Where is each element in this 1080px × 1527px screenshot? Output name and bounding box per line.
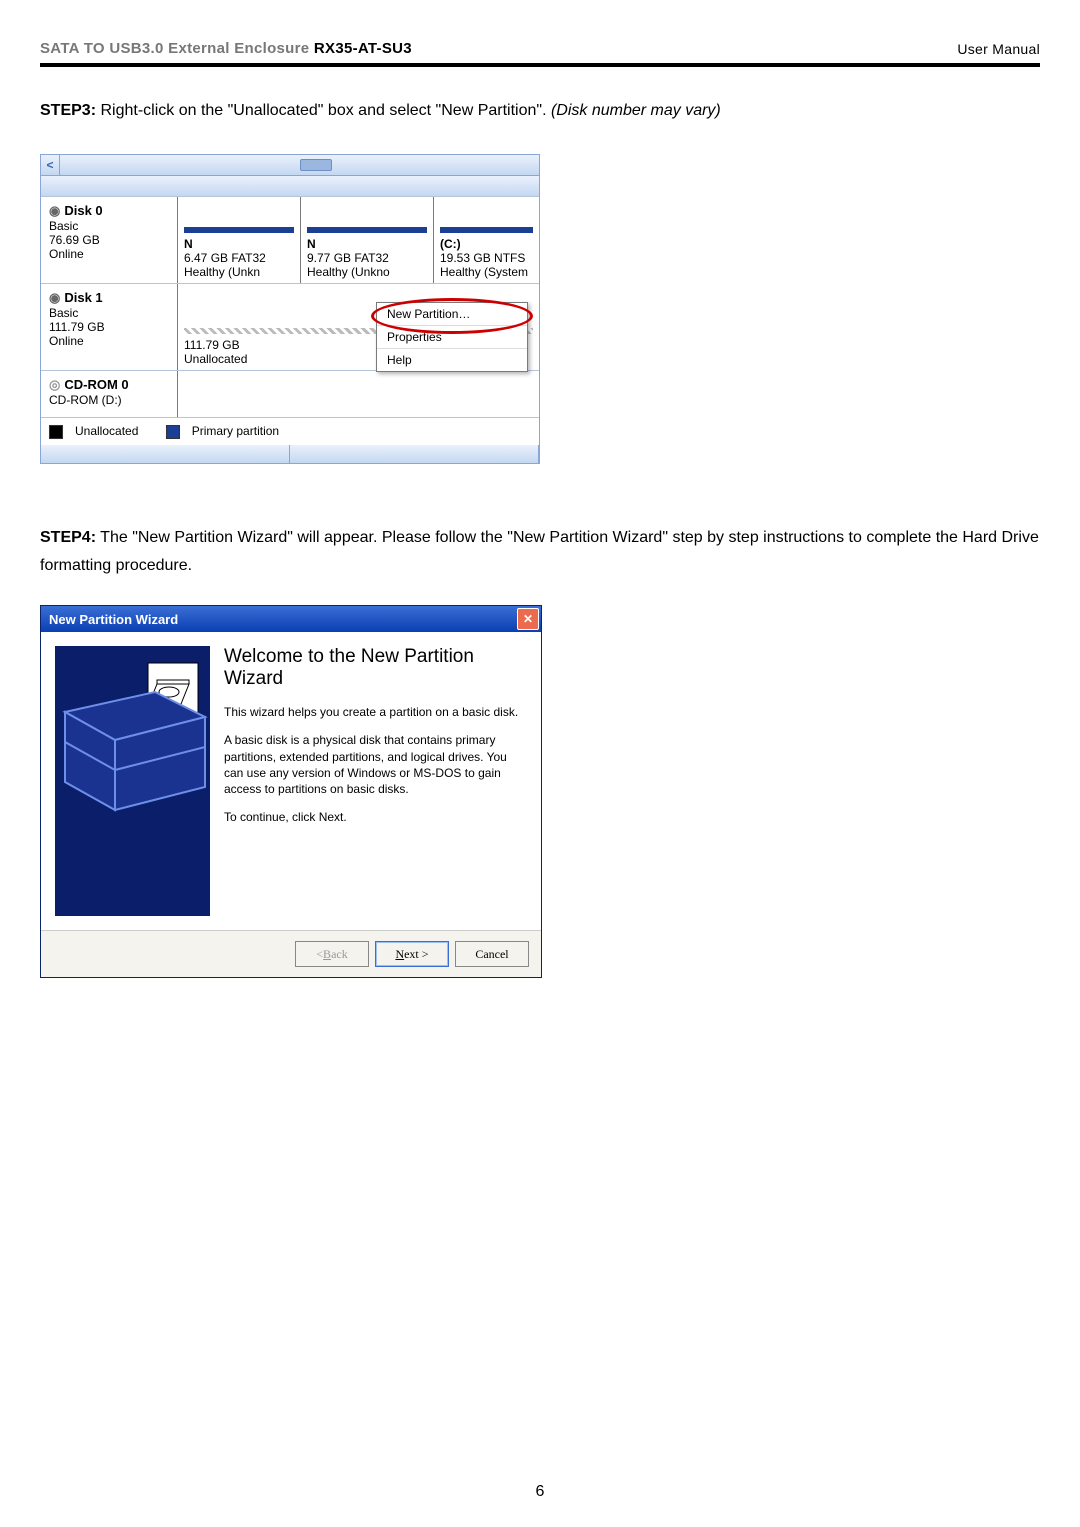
p2-status: Healthy (Unkno: [307, 265, 427, 279]
wizard-p2: A basic disk is a physical disk that con…: [224, 732, 527, 797]
cancel-button[interactable]: Cancel: [455, 941, 529, 967]
wizard-title-text: New Partition Wizard: [49, 612, 178, 627]
close-icon[interactable]: ✕: [517, 608, 539, 630]
step4-text: The "New Partition Wizard" will appear. …: [40, 529, 1039, 575]
disk0-partition-c[interactable]: (C:) 19.53 GB NTFS Healthy (System: [433, 197, 539, 283]
dm-scrollbar[interactable]: <: [40, 154, 540, 176]
step4-paragraph: STEP4: The "New Partition Wizard" will a…: [40, 524, 1040, 582]
scroll-left-arrow[interactable]: <: [41, 155, 60, 175]
dm-top-strip: [41, 176, 539, 196]
page-header: SATA TO USB3.0 External Enclosure RX35-A…: [40, 40, 1040, 57]
legend-unallocated: Unallocated: [75, 424, 138, 438]
wizard-p1: This wizard helps you create a partition…: [224, 704, 527, 720]
back-button: < Back: [295, 941, 369, 967]
header-divider: [40, 63, 1040, 67]
cdrom-info: CD-ROM 0 CD-ROM (D:): [41, 371, 177, 417]
disk-management-screenshot: < Disk 0 Basic 76.69 GB Online N 6.47 GB…: [40, 154, 540, 464]
step3-paragraph: STEP3: Right-click on the "Unallocated" …: [40, 97, 1040, 126]
step3-label: STEP3:: [40, 102, 96, 119]
wizard-heading: Welcome to the New Partition Wizard: [224, 646, 527, 690]
menu-properties[interactable]: Properties: [377, 326, 527, 349]
pc-name: (C:): [440, 237, 533, 251]
scroll-thumb[interactable]: [300, 159, 332, 171]
disk1-size: 111.79 GB: [49, 320, 169, 334]
header-right: User Manual: [957, 41, 1040, 57]
disk0-status: Online: [49, 247, 169, 261]
page-number: 6: [0, 1483, 1080, 1501]
p2-size: 9.77 GB FAT32: [307, 251, 427, 265]
disk0-info: Disk 0 Basic 76.69 GB Online: [41, 197, 177, 283]
legend-swatch-unallocated: [49, 425, 63, 439]
wizard-side-graphic: [55, 646, 210, 916]
header-model: RX35-AT-SU3: [314, 40, 412, 57]
disk1-title: Disk 1: [49, 290, 169, 306]
pc-status: Healthy (System: [440, 265, 533, 279]
menu-new-partition[interactable]: New Partition…: [377, 303, 527, 326]
wizard-window: New Partition Wizard ✕: [40, 605, 542, 978]
step4-label: STEP4:: [40, 529, 96, 546]
disk0-size: 76.69 GB: [49, 233, 169, 247]
disk1-status: Online: [49, 334, 169, 348]
header-prefix: SATA TO USB3.0 External Enclosure: [40, 40, 314, 57]
disk1-type: Basic: [49, 306, 169, 320]
menu-help[interactable]: Help: [377, 349, 527, 371]
p1-size: 6.47 GB FAT32: [184, 251, 294, 265]
cdrom-letter: CD-ROM (D:): [49, 393, 169, 407]
disk0-partition-2[interactable]: N 9.77 GB FAT32 Healthy (Unkno: [300, 197, 433, 283]
p1-name: N: [184, 237, 294, 251]
legend-primary: Primary partition: [192, 424, 279, 438]
next-button[interactable]: Next >: [375, 941, 449, 967]
disk0-title: Disk 0: [49, 203, 169, 219]
legend-swatch-primary: [166, 425, 180, 439]
context-menu: New Partition… Properties Help: [376, 302, 528, 372]
cdrom-title: CD-ROM 0: [49, 377, 169, 393]
disk0-partition-1[interactable]: N 6.47 GB FAT32 Healthy (Unkn: [177, 197, 300, 283]
disk1-info: Disk 1 Basic 111.79 GB Online: [41, 284, 177, 370]
p1-status: Healthy (Unkn: [184, 265, 294, 279]
disk0-type: Basic: [49, 219, 169, 233]
drive-stack-icon: [55, 662, 210, 812]
cdrom-area: [177, 371, 539, 417]
step3-italic: (Disk number may vary): [551, 102, 721, 119]
pc-size: 19.53 GB NTFS: [440, 251, 533, 265]
wizard-titlebar[interactable]: New Partition Wizard ✕: [41, 606, 541, 632]
wizard-p3: To continue, click Next.: [224, 809, 527, 825]
step3-text: Right-click on the "Unallocated" box and…: [96, 102, 551, 119]
dm-statusbar: [41, 445, 539, 463]
p2-name: N: [307, 237, 427, 251]
dm-legend: Unallocated Primary partition: [41, 417, 539, 445]
